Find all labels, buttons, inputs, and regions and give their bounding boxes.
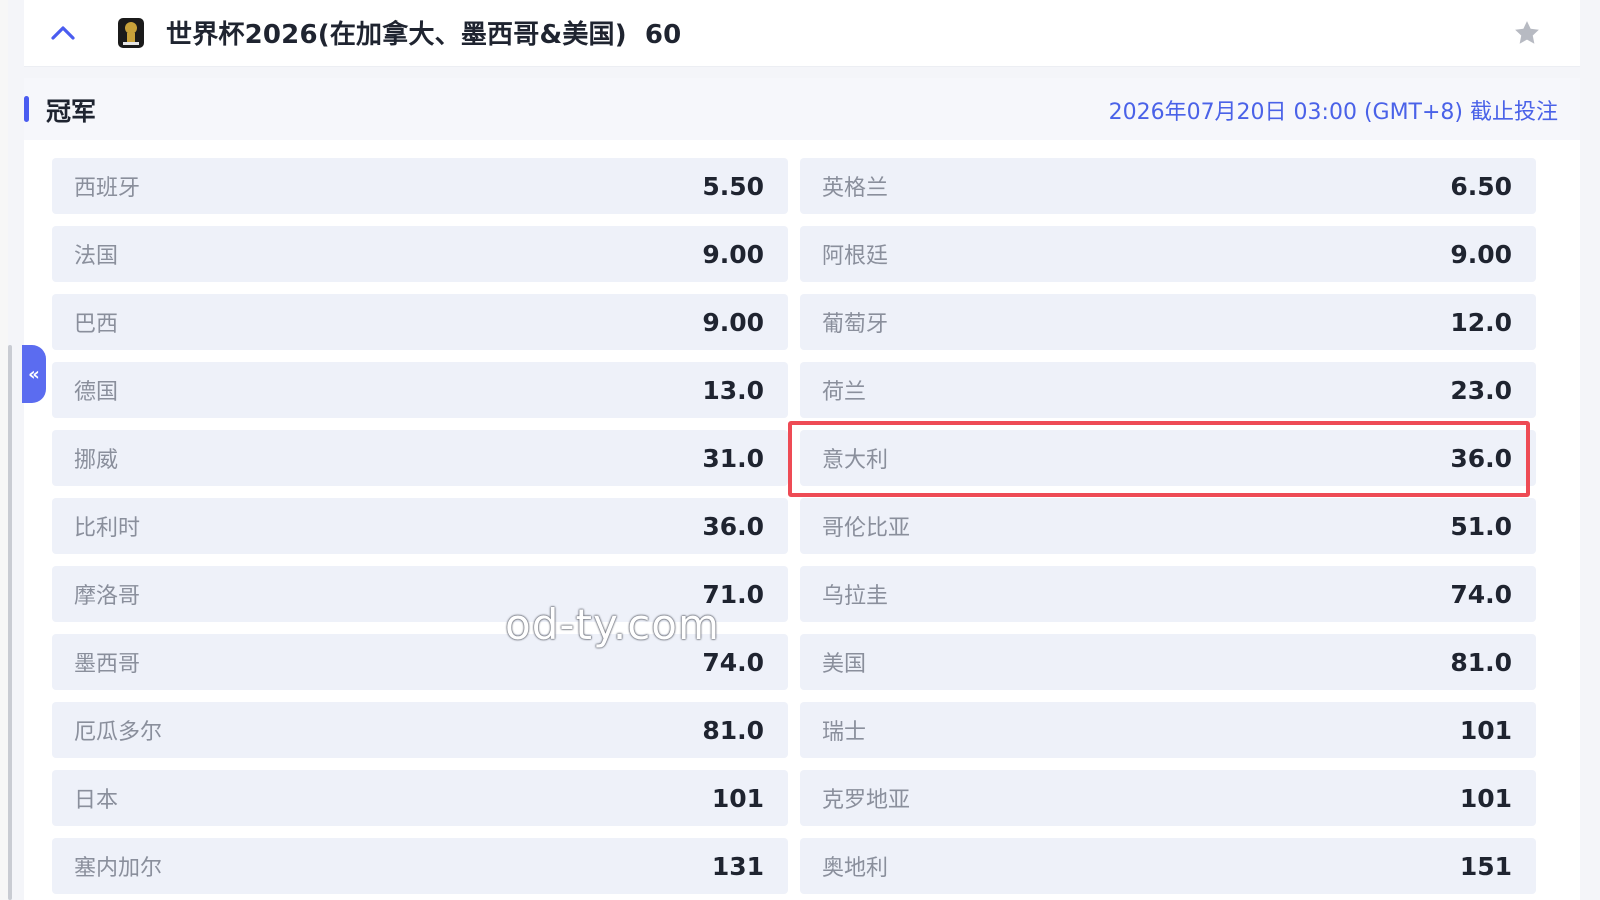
team-odds: 9.00	[1450, 239, 1512, 269]
odds-option[interactable]: 克罗地亚 101	[800, 770, 1536, 826]
team-name: 乌拉圭	[822, 584, 889, 609]
team-name: 德国	[74, 380, 119, 405]
team-name: 奥地利	[822, 856, 889, 881]
league-title: 世界杯2026(在加拿大、墨西哥&美国) 60	[166, 14, 681, 51]
scrollbar-thumb[interactable]	[8, 345, 12, 900]
odds-option[interactable]: 美国 81.0	[800, 634, 1536, 690]
team-odds: 74.0	[702, 647, 764, 677]
team-name: 墨西哥	[74, 652, 141, 677]
team-name: 巴西	[74, 312, 119, 337]
market-header: 冠军 2026年07月20日 03:00 (GMT+8) 截止投注	[24, 78, 1580, 140]
team-odds: 5.50	[702, 171, 764, 201]
team-odds: 9.00	[702, 307, 764, 337]
sidebar-toggle-button[interactable]: «	[22, 345, 46, 403]
odds-option[interactable]: 阿根廷 9.00	[800, 226, 1536, 282]
odds-option[interactable]: 塞内加尔 131	[52, 838, 788, 894]
team-name: 哥伦比亚	[822, 516, 911, 541]
team-name: 瑞士	[822, 720, 867, 745]
market-accent-bar	[24, 96, 29, 122]
team-name: 比利时	[74, 516, 141, 541]
team-odds: 101	[1459, 715, 1512, 745]
team-odds: 23.0	[1450, 375, 1512, 405]
team-odds: 131	[711, 851, 764, 881]
team-name: 挪威	[74, 448, 119, 473]
odds-option[interactable]: 巴西 9.00	[52, 294, 788, 350]
odds-option[interactable]: 日本 101	[52, 770, 788, 826]
team-odds: 36.0	[702, 511, 764, 541]
market-count: 60	[644, 20, 682, 50]
odds-option[interactable]: 哥伦比亚 51.0	[800, 498, 1536, 554]
team-name: 葡萄牙	[822, 312, 889, 337]
odds-option[interactable]: 挪威 31.0	[52, 430, 788, 486]
league-header: 世界杯2026(在加拿大、墨西哥&美国) 60	[24, 0, 1580, 67]
betting-deadline: 2026年07月20日 03:00 (GMT+8) 截止投注	[1108, 100, 1558, 125]
favorite-star-icon[interactable]	[1512, 18, 1542, 48]
odds-option[interactable]: 瑞士 101	[800, 702, 1536, 758]
team-odds: 151	[1459, 851, 1512, 881]
chevron-up-icon[interactable]	[48, 18, 78, 48]
team-odds: 81.0	[1450, 647, 1512, 677]
odds-option[interactable]: 厄瓜多尔 81.0	[52, 702, 788, 758]
odds-option[interactable]: 法国 9.00	[52, 226, 788, 282]
team-name: 西班牙	[74, 176, 141, 201]
odds-option[interactable]: 摩洛哥 71.0	[52, 566, 788, 622]
odds-panel: 西班牙 5.50 英格兰 6.50 法国 9.00 阿根廷 9.00 巴西 9.00 葡萄牙 12.0…	[24, 140, 1580, 900]
team-odds: 74.0	[1450, 579, 1512, 609]
odds-option[interactable]: 意大利 36.0	[800, 430, 1536, 486]
team-name: 意大利	[822, 448, 889, 473]
team-name: 英格兰	[822, 176, 889, 201]
odds-option[interactable]: 西班牙 5.50	[52, 158, 788, 214]
team-name: 法国	[74, 244, 119, 269]
odds-option[interactable]: 比利时 36.0	[52, 498, 788, 554]
team-odds: 9.00	[702, 239, 764, 269]
team-odds: 36.0	[1450, 443, 1512, 473]
team-odds: 12.0	[1450, 307, 1512, 337]
team-odds: 6.50	[1450, 171, 1512, 201]
team-name: 摩洛哥	[74, 584, 141, 609]
team-odds: 71.0	[702, 579, 764, 609]
odds-option[interactable]: 墨西哥 74.0	[52, 634, 788, 690]
odds-grid: 西班牙 5.50 英格兰 6.50 法国 9.00 阿根廷 9.00 巴西 9.00 葡萄牙 12.0…	[52, 158, 1536, 894]
team-odds: 101	[1459, 783, 1512, 813]
market-title: 冠军	[46, 97, 97, 126]
team-odds: 31.0	[702, 443, 764, 473]
odds-option[interactable]: 英格兰 6.50	[800, 158, 1536, 214]
team-odds: 13.0	[702, 375, 764, 405]
team-name: 塞内加尔	[74, 856, 163, 881]
world-cup-trophy-icon	[114, 16, 148, 50]
team-name: 荷兰	[822, 380, 867, 405]
odds-option[interactable]: 乌拉圭 74.0	[800, 566, 1536, 622]
team-name: 日本	[74, 788, 119, 813]
odds-option[interactable]: 荷兰 23.0	[800, 362, 1536, 418]
team-name: 美国	[822, 652, 867, 677]
team-odds: 101	[711, 783, 764, 813]
team-name: 克罗地亚	[822, 788, 911, 813]
team-odds: 81.0	[702, 715, 764, 745]
odds-option[interactable]: 葡萄牙 12.0	[800, 294, 1536, 350]
league-name: 世界杯2026(在加拿大、墨西哥&美国)	[166, 20, 627, 50]
scrollbar-track[interactable]	[0, 0, 8, 900]
team-name: 阿根廷	[822, 244, 889, 269]
odds-option[interactable]: 奥地利 151	[800, 838, 1536, 894]
team-name: 厄瓜多尔	[74, 720, 163, 745]
team-odds: 51.0	[1450, 511, 1512, 541]
odds-option[interactable]: 德国 13.0	[52, 362, 788, 418]
